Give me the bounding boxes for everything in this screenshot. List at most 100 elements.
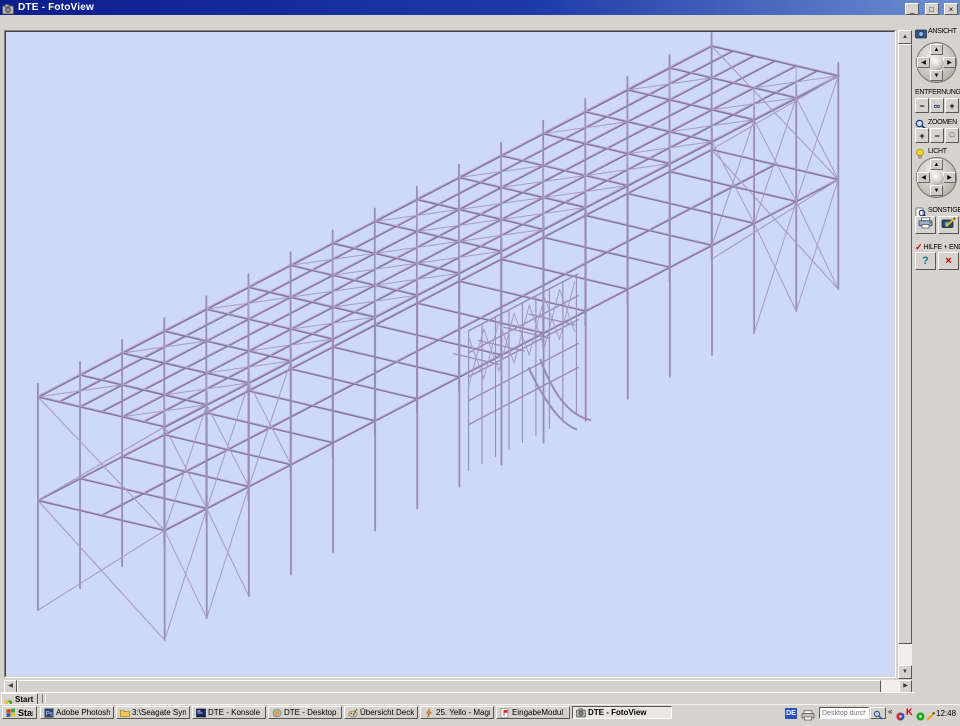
help-button[interactable]: ? <box>915 252 936 270</box>
folder-icon <box>120 708 130 718</box>
maximize-button[interactable]: □ <box>925 3 939 15</box>
window-title: DTE - FotoView <box>18 2 904 13</box>
start-button-label: Start <box>18 708 33 718</box>
start-button[interactable]: Start <box>2 706 37 719</box>
flag-page-icon <box>500 708 510 718</box>
tray-pen-icon[interactable] <box>926 708 935 717</box>
task-photoshop[interactable]: Ps Adobe Photoshop CS3 E... <box>40 706 114 719</box>
distance-plus-button[interactable]: + <box>945 98 959 113</box>
hilfe-label: HILFE + ENDE <box>924 244 960 251</box>
light-up-button[interactable]: ▲ <box>930 159 943 170</box>
task-dte-konsole[interactable]: DTE - Konsole <box>192 706 266 719</box>
zoom-in-button[interactable]: + <box>915 128 929 143</box>
lightning-icon <box>424 708 434 718</box>
print-button[interactable] <box>915 216 936 234</box>
light-dpad: ▲ ▼ ◀ ▶ <box>916 157 957 198</box>
entfernung-label: ENTFERNUNG <box>915 89 960 96</box>
screen: DTE - FotoView _ □ × ▲ ▼ ◀ ▶ ANSICHT <box>0 0 960 720</box>
tray-ball-icon[interactable] <box>896 708 905 717</box>
model-wireframe <box>6 32 894 676</box>
light-right-button[interactable]: ▶ <box>943 172 956 183</box>
sonstiges-header: SONSTIGES <box>915 205 960 216</box>
light-left-button[interactable]: ◀ <box>917 172 930 183</box>
zoom-window-button[interactable]: □ <box>945 128 959 143</box>
minimize-button[interactable]: _ <box>905 3 919 15</box>
ansicht-header: ANSICHT <box>915 26 957 37</box>
photo-settings-button[interactable] <box>938 216 959 234</box>
exit-cross-icon: × <box>945 255 951 267</box>
entfernung-header: ENTFERNUNG <box>915 89 960 96</box>
exit-button[interactable]: × <box>938 252 959 270</box>
camera-icon <box>2 2 14 13</box>
close-button[interactable]: × <box>944 3 958 15</box>
sonstiges-label: SONSTIGES <box>928 207 960 214</box>
view-dpad-center <box>931 57 944 70</box>
photoshop-icon: Ps <box>44 708 54 718</box>
tray-green-icon[interactable] <box>916 708 925 717</box>
search-button[interactable] <box>870 707 886 719</box>
search-icon <box>873 708 883 718</box>
taskbar-clock[interactable]: 12:48 <box>936 709 956 718</box>
task-label: DTE - FotoView <box>588 708 647 717</box>
light-down-button[interactable]: ▼ <box>930 185 943 196</box>
ansicht-label: ANSICHT <box>928 28 957 35</box>
view-up-button[interactable]: ▲ <box>930 44 943 55</box>
task-label: DTE - Desktop Engineeri... <box>284 708 338 717</box>
start-tab-label: Start <box>15 695 33 704</box>
windows-logo-icon <box>6 708 16 718</box>
task-explorer-folder[interactable]: 3:\Seagate Sync\SyncRe... <box>116 706 190 719</box>
status-divider <box>42 694 46 703</box>
printer-icon <box>918 217 933 229</box>
task-media-player[interactable]: 25. Yello - Magneto - Wi... <box>420 706 494 719</box>
question-icon: ? <box>922 255 929 267</box>
distance-fit-button[interactable]: ∞ <box>930 98 944 113</box>
task-label: 3:\Seagate Sync\SyncRe... <box>132 708 186 717</box>
camera-pen-icon <box>941 217 956 229</box>
zoomen-label: ZOOMEN <box>928 119 957 126</box>
licht-header: LICHT <box>915 146 947 157</box>
task-label: Adobe Photoshop CS3 E... <box>56 708 110 717</box>
tray-k-icon[interactable]: K <box>906 708 915 717</box>
camera-icon <box>576 708 586 718</box>
view-left-button[interactable]: ◀ <box>917 57 930 68</box>
task-label: 25. Yello - Magneto - Wi... <box>436 708 490 717</box>
distance-minus-button[interactable]: − <box>915 98 929 113</box>
task-paint[interactable]: Übersicht Deck1 - Paint <box>344 706 418 719</box>
taskbar: Start Ps Adobe Photoshop CS3 E... 3:\Sea… <box>0 704 960 721</box>
zoomen-header: ZOOMEN <box>915 117 957 128</box>
scroll-up-icon[interactable]: ▲ <box>898 30 912 44</box>
desktop-search-input[interactable] <box>819 707 869 719</box>
scroll-down-icon[interactable]: ▼ <box>898 665 912 679</box>
model-canvas[interactable] <box>5 31 895 677</box>
task-label: Übersicht Deck1 - Paint <box>360 708 414 717</box>
svg-text:Ps: Ps <box>46 711 53 717</box>
light-dpad-center <box>931 172 944 185</box>
task-fotoview-active[interactable]: DTE - FotoView <box>572 706 672 719</box>
tray-printer-icon[interactable] <box>801 708 815 719</box>
view-camera-icon <box>915 26 927 37</box>
task-eingabemodul[interactable]: EingabeModul [Parkdeck... <box>496 706 570 719</box>
paint-palette-icon <box>348 708 358 718</box>
magnifier-icon <box>915 117 927 128</box>
binoculars-icon: ∞ <box>934 101 940 111</box>
view-dpad: ▲ ▼ ◀ ▶ <box>916 42 957 83</box>
model-viewport[interactable] <box>4 30 896 678</box>
vertical-scrollbar[interactable]: ▲ ▼ <box>898 30 912 679</box>
language-indicator[interactable]: DE <box>785 708 797 719</box>
licht-label: LICHT <box>928 148 947 155</box>
vertical-scroll-thumb[interactable] <box>898 44 912 644</box>
zoom-out-button[interactable]: − <box>930 128 944 143</box>
pinwheel-icon <box>4 695 13 704</box>
lightbulb-icon <box>915 146 927 157</box>
task-label: DTE - Konsole <box>208 708 260 717</box>
view-right-button[interactable]: ▶ <box>943 57 956 68</box>
titlebar: DTE - FotoView _ □ × <box>0 0 960 15</box>
gear-globe-icon <box>272 708 282 718</box>
tool-panel: ANSICHT ▲ ▼ ◀ ▶ ENTFERNUNG − ∞ + ZOOMEN … <box>913 15 960 703</box>
task-dte-desktop[interactable]: DTE - Desktop Engineeri... <box>268 706 342 719</box>
task-label: EingabeModul [Parkdeck... <box>512 708 566 717</box>
magnifier-page-icon <box>915 205 927 216</box>
tray-overflow-chevron[interactable]: « <box>888 707 892 716</box>
view-down-button[interactable]: ▼ <box>930 70 943 81</box>
console-icon <box>196 708 206 718</box>
